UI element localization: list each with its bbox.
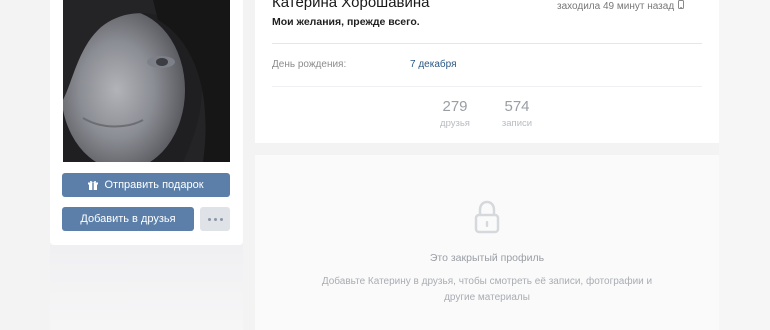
closed-profile-title: Это закрытый профиль [429, 252, 545, 264]
mobile-phone-icon [678, 0, 685, 12]
counter-friends-label: друзья [440, 118, 470, 129]
counter-posts-label: записи [501, 118, 533, 129]
counter-friends-value: 279 [442, 98, 468, 115]
send-gift-label: Отправить подарок [104, 179, 204, 191]
counter-friends[interactable]: 279 друзья [425, 98, 485, 129]
counter-posts-value: 574 [504, 98, 530, 115]
info-divider [272, 86, 702, 87]
birthday-link[interactable]: 7 декабря [410, 59, 456, 70]
more-dots-icon [207, 217, 211, 221]
last-seen-indicator: заходила 49 минут назад [557, 0, 685, 12]
last-seen-text: заходила 49 минут назад [557, 0, 675, 12]
counter-posts[interactable]: 574 записи [487, 98, 547, 129]
profile-photo[interactable] [63, 0, 230, 162]
closed-profile-description: Добавьте Катерину в друзья, чтобы смотре… [321, 276, 653, 303]
sidebar-fade [50, 245, 243, 330]
birthday-label: День рождения: [272, 59, 347, 70]
send-gift-button[interactable]: Отправить подарок [62, 173, 230, 197]
profile-photo-image [63, 0, 230, 162]
lock-icon [473, 200, 501, 239]
right-gutter [719, 0, 770, 330]
add-friend-label: Добавить в друзья [80, 213, 176, 225]
profile-name: Катерина Хорошавина [272, 0, 430, 11]
add-friend-button[interactable]: Добавить в друзья [62, 207, 194, 231]
profile-status[interactable]: Мои желания, прежде всего. [272, 16, 420, 28]
header-divider [272, 43, 702, 44]
more-actions-button[interactable] [200, 207, 230, 231]
gift-icon [88, 180, 99, 190]
